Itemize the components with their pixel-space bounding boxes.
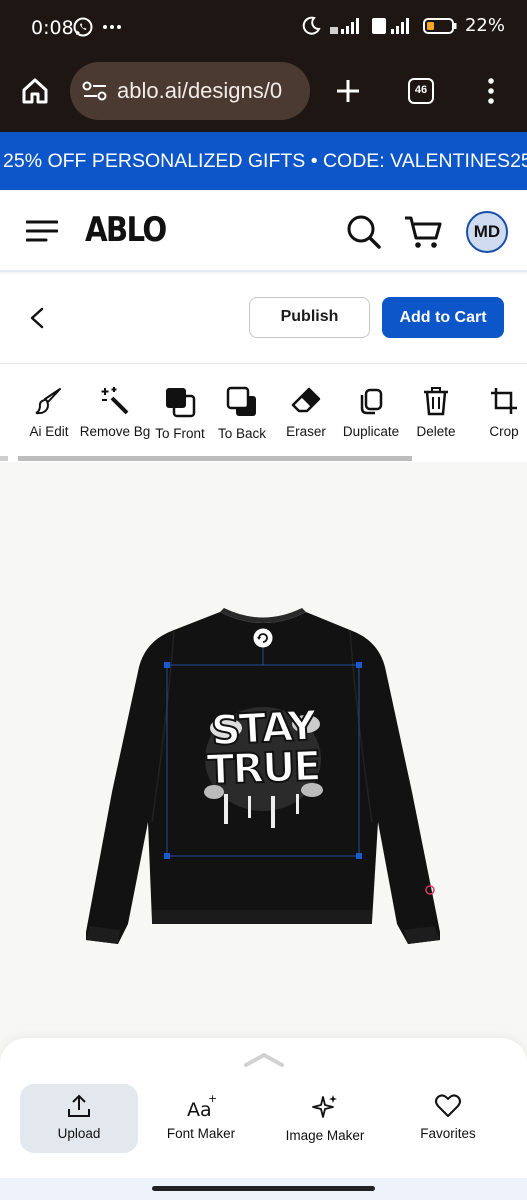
more-notifications-icon <box>103 25 121 29</box>
moon-icon <box>302 16 321 35</box>
tab-font-maker[interactable]: Aa + Font Maker <box>142 1084 260 1153</box>
search-icon[interactable] <box>346 214 382 250</box>
heart-icon <box>435 1094 461 1117</box>
paintbrush-icon <box>35 388 61 415</box>
status-time: 0:08 <box>31 17 74 39</box>
whatsapp-icon <box>73 17 93 37</box>
upload-icon <box>68 1094 90 1117</box>
tool-duplicate[interactable]: Duplicate <box>339 386 403 439</box>
battery-icon <box>422 17 457 34</box>
add-to-cart-button[interactable]: Add to Cart <box>382 297 504 338</box>
bottom-panel: Upload Aa + Font Maker Image Maker Favori… <box>0 1038 527 1178</box>
rotate-handle-icon[interactable] <box>253 628 273 648</box>
tool-ai-edit[interactable]: Ai Edit <box>26 386 72 439</box>
editor-action-bar: Publish Add to Cart <box>0 274 527 364</box>
sparkles-icon <box>312 1095 337 1118</box>
crop-icon <box>491 388 517 414</box>
tool-label: Delete <box>416 424 456 439</box>
tool-delete[interactable]: Delete <box>413 386 459 439</box>
tool-label: Ai Edit <box>29 424 69 439</box>
design-text-graphic[interactable]: STAY TRUE <box>200 700 326 795</box>
duplicate-icon <box>360 388 383 415</box>
toolbar-scroll-start <box>0 456 8 461</box>
tool-remove-bg[interactable]: Remove Bg <box>77 386 153 439</box>
signal-4g-icon <box>329 17 359 34</box>
tab-label: Image Maker <box>285 1128 365 1143</box>
tab-switcher-button[interactable]: 46 <box>408 78 434 104</box>
browser-menu-icon[interactable] <box>486 78 496 104</box>
url-text: ablo.ai/designs/0 <box>117 78 283 103</box>
tool-label: To Front <box>155 426 205 441</box>
eraser-icon <box>291 387 321 413</box>
tool-crop[interactable]: Crop <box>484 386 524 439</box>
svg-text:+: + <box>208 1093 216 1105</box>
new-tab-icon[interactable] <box>335 78 361 104</box>
hamburger-menu-icon[interactable] <box>26 219 58 243</box>
tab-label: Favorites <box>420 1126 476 1141</box>
tool-eraser[interactable]: Eraser <box>282 386 330 439</box>
back-chevron-icon[interactable] <box>29 307 45 329</box>
tab-upload[interactable]: Upload <box>20 1084 138 1153</box>
tab-label: Font Maker <box>166 1126 236 1141</box>
volte-signal-icon <box>371 17 409 34</box>
site-header: ABLO MD <box>0 190 527 272</box>
bring-front-icon <box>166 388 196 418</box>
tool-to-front[interactable]: To Front <box>152 386 208 441</box>
toolbar-scrollbar[interactable] <box>18 456 412 461</box>
font-maker-icon: Aa+ <box>187 1093 216 1119</box>
edit-toolbar: Ai Edit Remove Bg To Front To Back Erase… <box>0 364 527 462</box>
site-settings-icon[interactable] <box>82 80 108 102</box>
site-logo[interactable]: ABLO <box>85 210 167 250</box>
tool-label: Eraser <box>286 424 326 439</box>
send-back-icon <box>226 386 256 416</box>
tool-label: Remove Bg <box>79 424 151 439</box>
magic-wand-icon <box>101 387 129 415</box>
address-bar[interactable]: ablo.ai/designs/0 <box>70 62 310 120</box>
tab-favorites[interactable]: Favorites <box>389 1084 507 1153</box>
design-canvas[interactable]: STAY TRUE <box>0 462 527 1052</box>
browser-toolbar: ablo.ai/designs/0 46 <box>0 58 527 132</box>
home-gesture-bar[interactable] <box>152 1186 375 1191</box>
user-avatar[interactable]: MD <box>466 211 508 253</box>
battery-percent: 22% <box>464 15 505 36</box>
tool-label: Duplicate <box>342 424 400 439</box>
tab-image-maker[interactable]: Image Maker <box>266 1084 384 1153</box>
tool-label: Crop <box>489 424 519 439</box>
trash-icon <box>424 387 448 416</box>
panel-expand-chevron-icon[interactable] <box>243 1052 285 1068</box>
tab-label: Upload <box>57 1126 101 1141</box>
status-bar: 0:08 22% <box>0 0 527 58</box>
tool-label: To Back <box>217 426 267 441</box>
cart-icon[interactable] <box>403 214 443 250</box>
design-text-line2: TRUE <box>205 741 321 795</box>
home-icon[interactable] <box>21 77 49 105</box>
publish-button[interactable]: Publish <box>249 297 370 338</box>
tool-to-back[interactable]: To Back <box>215 386 269 441</box>
promo-banner[interactable]: 25% OFF PERSONALIZED GIFTS • CODE: VALEN… <box>0 132 527 190</box>
